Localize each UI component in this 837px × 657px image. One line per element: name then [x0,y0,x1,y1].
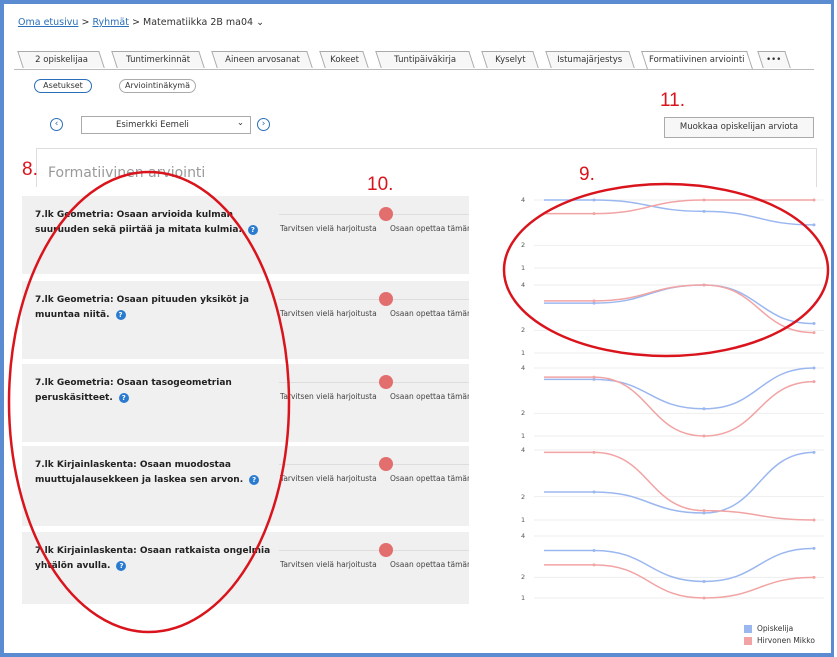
annotation-label-9: 9. [579,164,595,185]
annotation-label-11: 11. [660,90,686,111]
app-window: Oma etusivu > Ryhmät > Matematiikka 2B m… [0,0,834,657]
annotation-label-10: 10. [367,174,394,195]
annotation-ellipse [7,170,291,634]
annotation-ellipse [502,182,830,358]
annotation-label-8: 8. [22,159,38,180]
annotation-overlay [7,170,830,634]
